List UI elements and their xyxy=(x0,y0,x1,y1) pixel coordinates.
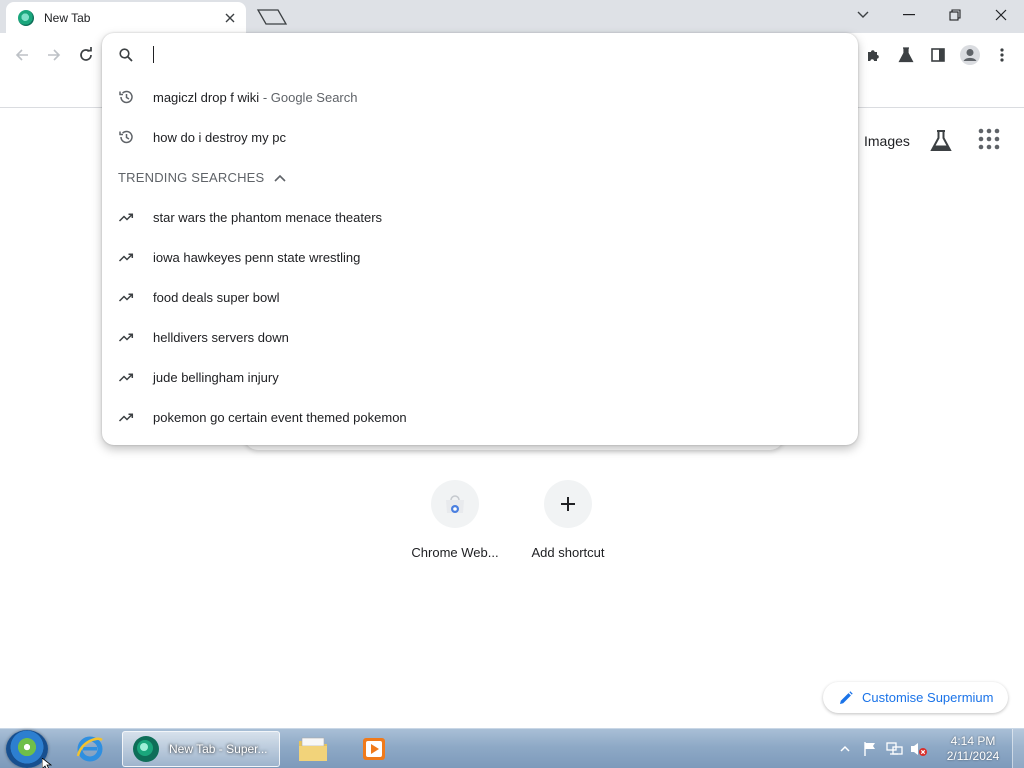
extensions-button[interactable] xyxy=(861,42,887,68)
suggestion-query: jude bellingham injury xyxy=(153,369,279,385)
suggestion-query: food deals super bowl xyxy=(153,289,280,305)
internet-explorer-icon xyxy=(76,736,103,762)
network-icon xyxy=(886,742,903,755)
omnibox-dropdown: magiczl drop f wiki - Google Search how … xyxy=(102,33,858,445)
forward-arrow-icon xyxy=(48,49,61,61)
action-center-flag-icon xyxy=(864,742,875,756)
tab-title: New Tab xyxy=(44,10,91,25)
labs-button[interactable] xyxy=(893,42,919,68)
shortcut-chrome-web-store[interactable]: Chrome Web... xyxy=(399,480,511,560)
clock-date: 2/11/2024 xyxy=(946,749,1000,763)
forward-button[interactable] xyxy=(41,42,67,68)
tab-search-button[interactable] xyxy=(840,0,886,30)
supermium-icon xyxy=(133,736,159,762)
trending-suggestion[interactable]: food deals super bowl xyxy=(102,277,858,317)
clock-time: 4:14 PM xyxy=(950,734,996,748)
back-button[interactable] xyxy=(9,42,35,68)
restore-button[interactable] xyxy=(932,0,978,30)
supermium-favicon-icon xyxy=(18,9,34,26)
trending-up-icon xyxy=(118,413,134,422)
show-hidden-icons-icon xyxy=(840,745,850,752)
taskbar-clock[interactable]: 4:14 PM 2/11/2024 xyxy=(940,734,1006,764)
suggestion-query: magiczl drop f wiki xyxy=(153,89,260,105)
chrome-web-store-icon xyxy=(446,495,464,513)
plus-icon xyxy=(561,497,575,511)
minimize-button[interactable] xyxy=(886,0,932,30)
shortcut-icon-circle xyxy=(544,480,592,528)
trending-suggestion[interactable]: iowa hawkeyes penn state wrestling xyxy=(102,237,858,277)
trending-up-icon xyxy=(118,293,134,302)
flask-icon xyxy=(930,130,952,151)
images-link[interactable]: Images xyxy=(864,133,910,149)
windows-taskbar: New Tab - Super... 4:14 PM 2/11/2024 xyxy=(0,728,1024,768)
shortcut-icon-circle xyxy=(431,480,479,528)
history-clock-icon xyxy=(119,90,133,104)
avatar-icon xyxy=(960,45,980,65)
side-panel-button[interactable] xyxy=(925,42,951,68)
show-desktop-button[interactable] xyxy=(1012,729,1024,768)
trending-up-icon xyxy=(118,213,134,222)
puzzle-piece-icon xyxy=(868,50,879,61)
menu-button[interactable] xyxy=(989,42,1015,68)
suggestion-query: iowa hawkeyes penn state wrestling xyxy=(153,249,361,265)
taskbar-media-player[interactable] xyxy=(348,731,400,767)
history-suggestion[interactable]: how do i destroy my pc xyxy=(102,117,858,157)
suggestion-query: helldivers servers down xyxy=(153,329,289,345)
suggestion-suffix: - Google Search xyxy=(259,89,358,105)
back-arrow-icon xyxy=(15,49,28,61)
reload-icon xyxy=(80,47,92,61)
tab-strip: New Tab xyxy=(0,0,1024,33)
profile-button[interactable] xyxy=(957,42,983,68)
trending-up-icon xyxy=(118,373,134,382)
kebab-menu-icon xyxy=(1000,48,1004,62)
text-caret xyxy=(153,46,154,63)
suggestion-query: how do i destroy my pc xyxy=(153,129,286,145)
trending-up-icon xyxy=(118,333,134,342)
chevron-up-icon xyxy=(274,174,286,182)
history-suggestion[interactable]: magiczl drop f wiki - Google Search xyxy=(102,77,858,117)
system-tray xyxy=(840,733,928,765)
taskbar-internet-explorer[interactable] xyxy=(64,731,116,767)
taskbar-task-supermium[interactable]: New Tab - Super... xyxy=(122,731,280,767)
shortcut-label: Chrome Web... xyxy=(411,545,499,560)
taskbar-file-explorer[interactable] xyxy=(287,731,339,767)
trending-suggestion[interactable]: star wars the phantom menace theaters xyxy=(102,197,858,237)
tab-new-tab[interactable]: New Tab xyxy=(6,2,246,33)
close-icon xyxy=(995,9,1007,21)
chevron-down-icon xyxy=(857,11,869,18)
customise-label: Customise Supermium xyxy=(862,690,994,705)
taskbar-task-label: New Tab - Super... xyxy=(169,742,268,756)
close-tab-icon[interactable] xyxy=(222,10,238,26)
trending-searches-header[interactable]: TRENDING SEARCHES xyxy=(118,170,286,185)
suggestion-query: star wars the phantom menace theaters xyxy=(153,209,383,225)
new-tab-button[interactable] xyxy=(256,8,288,26)
minimize-icon xyxy=(903,14,915,16)
mouse-cursor-icon xyxy=(42,758,52,768)
shortcut-label: Add shortcut xyxy=(531,545,605,560)
trending-suggestion[interactable]: helldivers servers down xyxy=(102,317,858,357)
add-shortcut-button[interactable]: Add shortcut xyxy=(512,480,624,560)
address-bar[interactable] xyxy=(102,33,858,77)
search-labs-button[interactable] xyxy=(928,128,954,154)
pencil-icon xyxy=(840,690,853,704)
apps-grid-icon xyxy=(978,128,1000,150)
side-panel-icon xyxy=(931,48,945,62)
volume-muted-icon xyxy=(911,743,927,756)
restore-icon xyxy=(949,9,961,21)
flask-icon xyxy=(898,47,914,63)
google-apps-button[interactable] xyxy=(978,128,1004,154)
trending-header-label: TRENDING SEARCHES xyxy=(118,170,265,185)
close-window-button[interactable] xyxy=(978,0,1024,30)
customise-button[interactable]: Customise Supermium xyxy=(823,682,1008,713)
search-icon xyxy=(119,48,133,62)
trending-suggestion[interactable]: jude bellingham injury xyxy=(102,357,858,397)
media-player-icon xyxy=(363,738,385,760)
history-clock-icon xyxy=(119,130,133,144)
suggestion-query: pokemon go certain event themed pokemon xyxy=(153,409,407,425)
reload-button[interactable] xyxy=(73,42,99,68)
folder-icon xyxy=(299,737,327,761)
trending-suggestion[interactable]: pokemon go certain event themed pokemon xyxy=(102,397,858,437)
trending-up-icon xyxy=(118,253,134,262)
